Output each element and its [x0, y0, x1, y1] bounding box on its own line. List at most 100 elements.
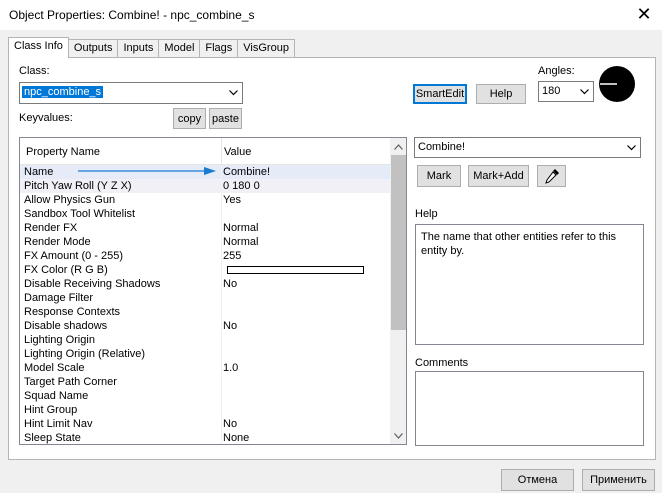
column-separator: [221, 389, 222, 403]
eyedropper-icon: [544, 169, 559, 184]
paste-button[interactable]: paste: [209, 108, 242, 129]
property-value: No: [223, 418, 238, 430]
table-row[interactable]: Render FX Normal: [20, 221, 390, 235]
tab-outputs[interactable]: Outputs: [67, 39, 119, 58]
scroll-thumb[interactable]: [391, 155, 406, 330]
column-separator: [221, 361, 222, 375]
property-value: No: [223, 278, 238, 290]
table-row[interactable]: Lighting Origin (Relative): [20, 347, 390, 361]
table-row[interactable]: Allow Physics Gun Yes: [20, 193, 390, 207]
tab-class-info[interactable]: Class Info: [8, 37, 69, 58]
comments-text: [416, 372, 643, 380]
property-name: Hint Group: [24, 404, 78, 416]
column-separator: [221, 333, 222, 347]
table-row[interactable]: FX Amount (0 - 255) 255: [20, 249, 390, 263]
eyedropper-button[interactable]: [537, 165, 566, 187]
angles-value: 180: [542, 85, 561, 97]
tab-model[interactable]: Model: [158, 39, 201, 58]
property-name: Sleep State: [24, 432, 81, 444]
table-row[interactable]: Render Mode Normal: [20, 235, 390, 249]
table-row[interactable]: FX Color (R G B): [20, 263, 390, 277]
column-separator: [221, 431, 222, 444]
column-separator: [221, 403, 222, 417]
table-row[interactable]: Disable shadows No: [20, 319, 390, 333]
column-separator: [221, 417, 222, 431]
table-row[interactable]: Hint Limit Nav No: [20, 417, 390, 431]
table-row[interactable]: Response Contexts: [20, 305, 390, 319]
angle-dial-icon[interactable]: [597, 64, 637, 104]
apply-button[interactable]: Применить: [582, 469, 655, 491]
help-button[interactable]: Help: [476, 84, 526, 104]
smartedit-button[interactable]: SmartEdit: [413, 84, 467, 104]
chevron-down-icon: [229, 90, 238, 96]
help-textbox: The name that other entities refer to th…: [415, 224, 644, 345]
table-row[interactable]: Hint Group: [20, 403, 390, 417]
comments-label: Comments: [415, 357, 469, 369]
class-combobox[interactable]: npc_combine_s: [19, 82, 243, 104]
property-name: Response Contexts: [24, 306, 120, 318]
arrow-annotation-icon: [78, 167, 216, 175]
property-value: No: [223, 320, 238, 332]
property-name: Name: [24, 166, 54, 178]
class-value: npc_combine_s: [22, 86, 104, 98]
column-header-property-name[interactable]: Property Name: [26, 146, 100, 158]
scroll-down-icon[interactable]: [390, 427, 406, 444]
column-separator: [221, 305, 222, 319]
angles-combobox[interactable]: 180: [538, 81, 594, 102]
angles-label: Angles:: [538, 65, 575, 77]
table-row[interactable]: Squad Name: [20, 389, 390, 403]
property-name: FX Color (R G B): [24, 264, 108, 276]
column-separator: [221, 207, 222, 221]
column-separator: [221, 249, 222, 263]
column-separator: [221, 319, 222, 333]
table-row[interactable]: Pitch Yaw Roll (Y Z X) 0 180 0: [20, 179, 390, 193]
property-name: Pitch Yaw Roll (Y Z X): [24, 180, 132, 192]
mark-add-button[interactable]: Mark+Add: [468, 165, 529, 187]
property-value: 1.0: [223, 362, 239, 374]
property-name: Disable shadows: [24, 320, 108, 332]
keyvalues-label: Keyvalues:: [19, 112, 73, 124]
table-row[interactable]: Lighting Origin: [20, 333, 390, 347]
property-name: Sandbox Tool Whitelist: [24, 208, 136, 220]
column-separator: [221, 138, 222, 164]
tab-visgroup[interactable]: VisGroup: [237, 39, 295, 58]
table-row[interactable]: Sandbox Tool Whitelist: [20, 207, 390, 221]
column-separator: [221, 235, 222, 249]
scroll-up-icon[interactable]: [390, 138, 406, 155]
column-separator: [221, 263, 222, 277]
column-separator: [221, 165, 222, 179]
comments-textbox[interactable]: [415, 371, 644, 446]
value-combobox[interactable]: Combine!: [414, 137, 641, 158]
property-name: Lighting Origin: [24, 334, 95, 346]
copy-button[interactable]: copy: [173, 108, 206, 129]
property-name: Allow Physics Gun: [24, 194, 116, 206]
column-separator: [221, 291, 222, 305]
property-value: Combine!: [223, 166, 271, 178]
column-separator: [221, 193, 222, 207]
keyvalues-list[interactable]: Property Name Value Name Combine! Pitch Ya…: [19, 137, 407, 445]
help-label: Help: [415, 208, 438, 220]
color-swatch: [227, 266, 364, 274]
column-header-value[interactable]: Value: [224, 146, 251, 158]
column-separator: [221, 221, 222, 235]
property-name: Disable Receiving Shadows: [24, 278, 161, 290]
column-separator: [221, 375, 222, 389]
table-row[interactable]: Damage Filter: [20, 291, 390, 305]
property-value: Normal: [223, 222, 259, 234]
cancel-button[interactable]: Отмена: [501, 469, 574, 491]
close-icon[interactable]: ✕: [632, 3, 656, 25]
mark-button[interactable]: Mark: [417, 165, 461, 187]
table-row[interactable]: Model Scale 1.0: [20, 361, 390, 375]
tab-inputs[interactable]: Inputs: [117, 39, 160, 58]
tab-strip: Class Info Outputs Inputs Model Flags Vi…: [8, 37, 295, 58]
table-row[interactable]: Target Path Corner: [20, 375, 390, 389]
column-separator: [221, 277, 222, 291]
window-title: Object Properties: Combine! - npc_combin…: [9, 8, 255, 22]
property-name: Render Mode: [24, 236, 91, 248]
table-row[interactable]: Disable Receiving Shadows No: [20, 277, 390, 291]
chevron-down-icon: [627, 144, 636, 150]
table-row[interactable]: Sleep State None: [20, 431, 390, 444]
vertical-scrollbar[interactable]: [390, 138, 406, 444]
tab-flags[interactable]: Flags: [199, 39, 239, 58]
property-name: Lighting Origin (Relative): [24, 348, 146, 360]
